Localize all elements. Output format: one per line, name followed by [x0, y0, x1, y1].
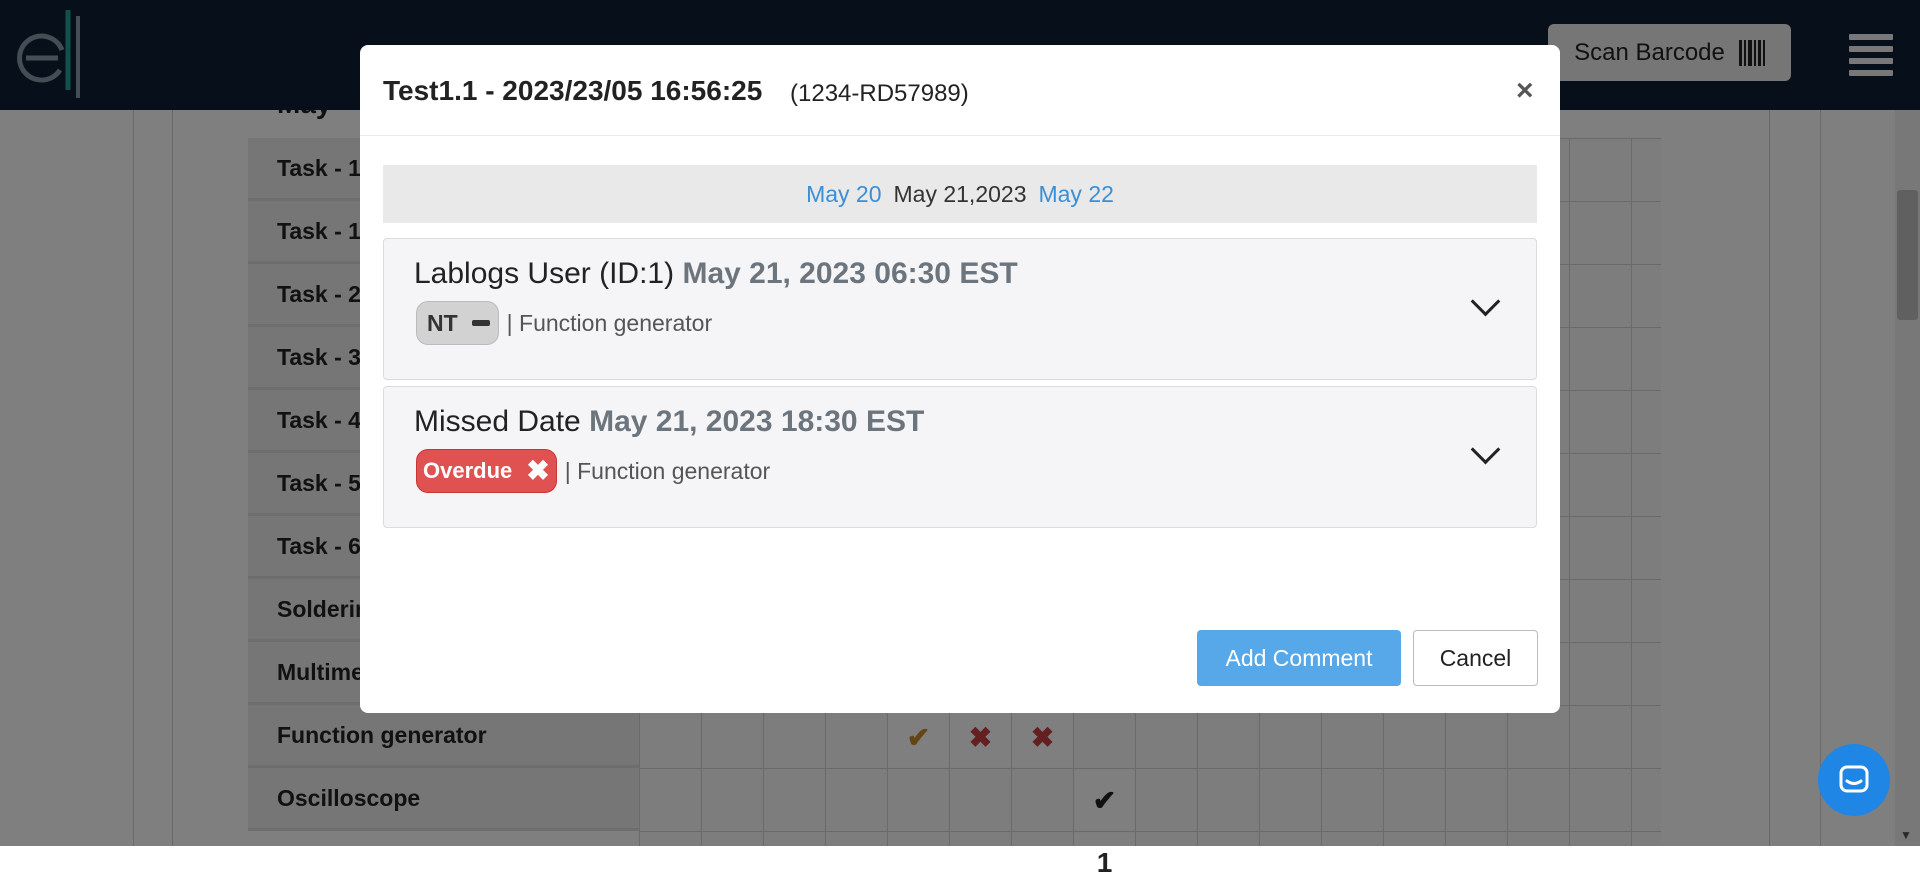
- log-entry-timestamp: May 21, 2023 06:30 EST: [682, 257, 1018, 290]
- modal-subtitle: (1234-RD57989): [790, 80, 969, 107]
- add-comment-button[interactable]: Add Comment: [1197, 630, 1401, 686]
- next-date-link[interactable]: May 22: [1038, 181, 1113, 208]
- status-badge-overdue: Overdue ✖: [416, 449, 557, 493]
- log-entry-meta: Overdue ✖ | Function generator: [416, 449, 770, 493]
- status-badge-nt: NT: [416, 301, 499, 345]
- comment-modal: Test1.1 - 2023/23/05 16:56:25 (1234-RD57…: [360, 45, 1560, 713]
- log-entry-header: Missed Date May 21, 2023 18:30 EST: [414, 405, 924, 439]
- log-entry-user: Missed Date: [414, 405, 581, 438]
- log-entry-equipment: | Function generator: [506, 309, 713, 336]
- modal-header: Test1.1 - 2023/23/05 16:56:25 (1234-RD57…: [360, 45, 1560, 136]
- chevron-down-icon[interactable]: [1470, 434, 1501, 465]
- modal-title: Test1.1 - 2023/23/05 16:56:25: [383, 75, 763, 106]
- prev-date-link[interactable]: May 20: [806, 181, 881, 208]
- log-entry-meta: NT | Function generator: [416, 301, 712, 345]
- log-entry-header: Lablogs User (ID:1) May 21, 2023 06:30 E…: [414, 257, 1018, 291]
- log-entry[interactable]: Lablogs User (ID:1) May 21, 2023 06:30 E…: [383, 238, 1537, 380]
- status-badge-label: Overdue: [423, 458, 513, 483]
- log-entry-user: Lablogs User (ID:1): [414, 257, 675, 290]
- status-badge-label: NT: [427, 309, 458, 336]
- current-date: May 21,2023: [893, 180, 1027, 207]
- minus-icon: [471, 320, 490, 326]
- log-entry-timestamp: May 21, 2023 18:30 EST: [589, 405, 925, 438]
- log-entry-equipment: | Function generator: [564, 457, 771, 484]
- chevron-down-icon[interactable]: [1470, 286, 1501, 317]
- date-navigator: May 20 May 21,2023 May 22: [383, 165, 1537, 223]
- close-icon[interactable]: ×: [1510, 73, 1540, 109]
- chat-widget-button[interactable]: [1818, 744, 1890, 816]
- chat-icon: [1839, 765, 1869, 793]
- cancel-button[interactable]: Cancel: [1413, 630, 1538, 686]
- log-entry[interactable]: Missed Date May 21, 2023 18:30 EST Overd…: [383, 386, 1537, 528]
- close-x-icon: ✖: [526, 455, 550, 486]
